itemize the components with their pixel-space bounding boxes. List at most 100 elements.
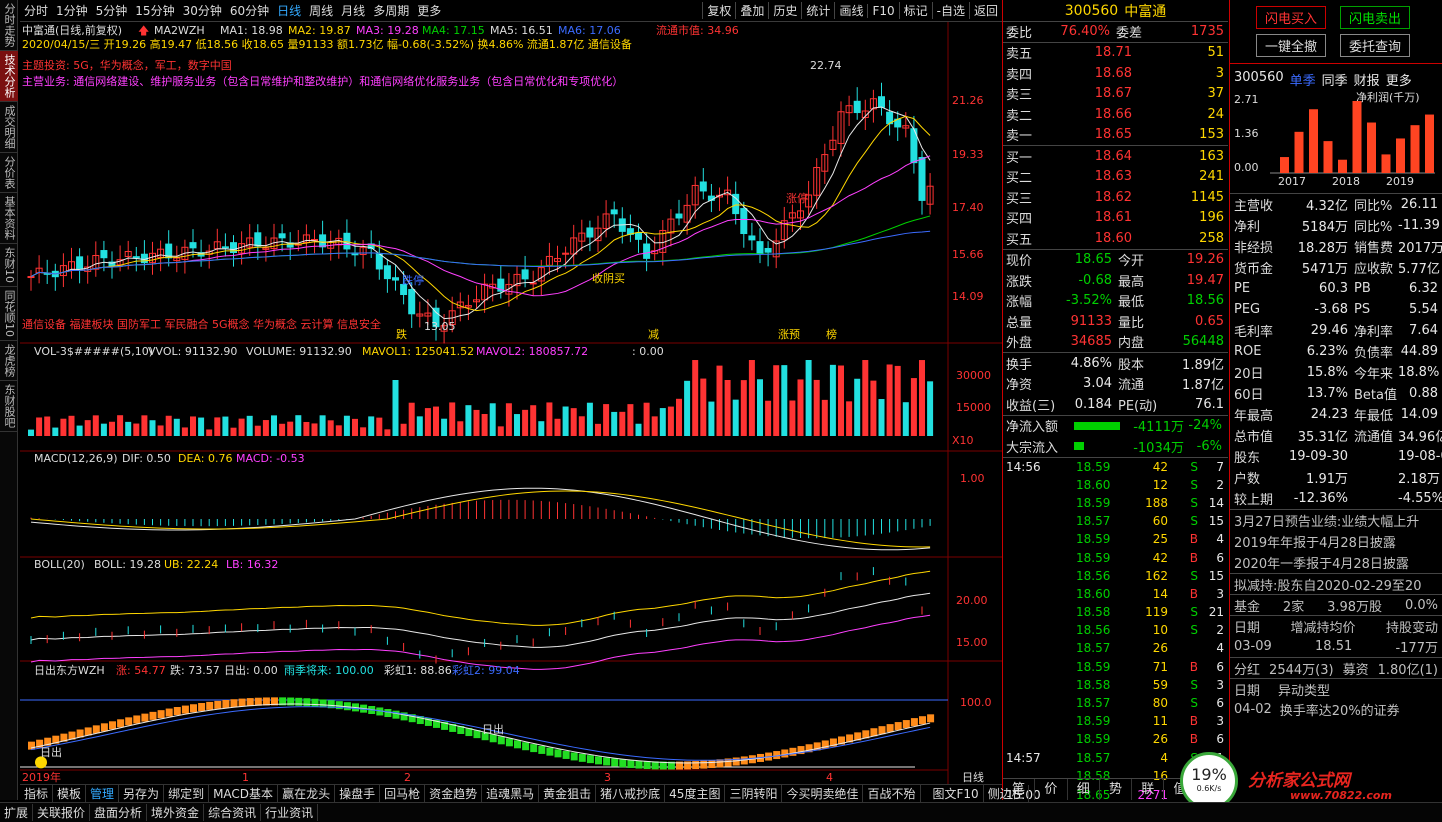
indicator-template[interactable]: 资金趋势 [425,785,483,802]
quote-tab[interactable]: 势 [1100,779,1133,800]
info-tab[interactable]: 扩展 [0,804,34,821]
asks-row[interactable]: 卖五 18.71 51 [1006,43,1225,64]
fin-tab-more[interactable]: 更多 [1386,70,1412,89]
indicator-template[interactable]: 模板 [53,785,87,802]
tool-f10[interactable]: F10 [867,3,898,18]
rise-block [246,698,254,707]
period-15m[interactable]: 15分钟 [131,2,178,19]
quote-tab[interactable]: 联 [1132,779,1165,800]
bids-row[interactable]: 买四 18.61 196 [1006,208,1225,229]
nav-guba[interactable]: 东财股吧 [0,381,18,432]
yaxis-3: 17.40 [952,201,984,214]
stat-label: 涨跌 [1006,274,1033,290]
period-60m[interactable]: 60分钟 [226,2,273,19]
indicator-template[interactable]: MACD基本 [209,785,279,802]
fin-tab-quarter[interactable]: 单季 [1290,70,1316,89]
flash-sell-button[interactable]: 闪电卖出 [1340,6,1411,29]
period-5m[interactable]: 5分钟 [92,2,132,19]
asks-row[interactable]: 卖二 18.66 24 [1006,104,1225,125]
stat-value2: 76.1 [1195,396,1224,412]
info-tab[interactable]: 行业资讯 [261,804,319,821]
indicator-template[interactable]: 回马枪 [380,785,426,802]
quote-tab[interactable]: 细 [1068,779,1100,800]
tool-history[interactable]: 历史 [768,2,801,19]
bids-row[interactable]: 买三 18.62 1145 [1006,187,1225,208]
tool-mark[interactable]: 标记 [898,2,932,19]
tool-overlay[interactable]: 叠加 [735,2,768,19]
tool-draw[interactable]: 画线 [834,2,867,19]
candle-body [132,256,140,259]
flash-buy-button[interactable]: 闪电买入 [1256,6,1327,29]
rise-block [133,715,141,724]
period-1m[interactable]: 1分钟 [52,2,92,19]
info-tab[interactable]: 综合资讯 [204,804,262,821]
candle-body [408,289,416,315]
volume-bar [392,380,399,436]
bids-row[interactable]: 买二 18.63 241 [1006,167,1225,188]
quote-tab[interactable]: 价 [1035,779,1068,800]
finance-panel: 闪电买入 闪电卖出 一键全撤 委托查询 300560 单季 同季 财报 更多 净… [1180,0,1442,810]
indicator-template[interactable]: 追魂黑马 [482,785,540,802]
indicator-template[interactable]: 另存为 [119,785,165,802]
indicator-template[interactable]: 猪八戒抄底 [596,785,666,802]
rise-die: 跌: 73.57 [170,663,220,677]
indicator-template[interactable]: 管理 [86,785,120,802]
rise-block [141,713,149,722]
period-day[interactable]: 日线 [273,2,305,19]
hold-date: 03-09 [1234,639,1272,654]
info-tab[interactable]: 关联报价 [33,804,91,821]
nav-price-table[interactable]: 分价表 [0,153,18,193]
nav-lhb[interactable]: 龙虎榜 [0,341,18,381]
indicator-template[interactable]: 绑定到 [164,785,210,802]
period-30m[interactable]: 30分钟 [179,2,226,19]
fin-tab-report[interactable]: 财报 [1354,70,1380,89]
cancel-all-button[interactable]: 一键全撤 [1256,34,1327,57]
period-more[interactable]: 更多 [413,2,445,19]
order-query-button[interactable]: 委托查询 [1340,34,1411,57]
raise-label: 募资 [1342,662,1369,678]
period-week[interactable]: 周线 [305,2,337,19]
fin-tab-sameq[interactable]: 同季 [1322,70,1348,89]
tool-watchlist[interactable]: -自选 [931,2,969,19]
info-tab[interactable]: 境外资金 [147,804,205,821]
nav-basic[interactable]: 基本资料 [0,193,18,244]
indicator-template[interactable]: 45度主图 [665,785,726,802]
tick-list[interactable]: 14:56 18.59 42 S 7 18.60 12 S 2 18.59 188 S 14 18.57 6… [1003,458,1228,806]
period-multi[interactable]: 多周期 [369,2,413,19]
weicha: 1735 [1190,24,1224,40]
tick-row: 18.58 119 S 21 [1006,603,1225,621]
info-tab[interactable]: 盘面分析 [90,804,148,821]
nav-ths10[interactable]: 同花顺10 [0,287,18,341]
indicator-template[interactable]: 今买明卖绝佳 [782,785,864,802]
period-month[interactable]: 月线 [337,2,369,19]
stat-label2: 流通 [1118,378,1145,394]
nav-tech[interactable]: 技术分析 [0,51,18,102]
candle-body [635,232,642,240]
bids-row[interactable]: 买一 18.64 163 [1006,146,1225,167]
indicator-template[interactable]: 黄金狙击 [539,785,597,802]
tool-back[interactable]: 返回 [968,2,1002,19]
indicator-template[interactable]: 赢在龙头 [278,785,336,802]
tool-stats[interactable]: 统计 [801,2,834,19]
bottom-right-tab[interactable]: 图文F10 [929,785,984,802]
tool-fuquan[interactable]: 复权 [702,2,735,19]
indicator-template[interactable]: 百战不殆 [863,785,921,802]
nav-dc10[interactable]: 东财10 [0,244,18,287]
indicator-template[interactable]: 指标 [20,785,54,802]
indicator-template[interactable]: 操盘手 [335,785,381,802]
chart-area[interactable]: 中富通(日线,前复权) 🡅 MA2WZH MA1: 18.98 MA2: 19.… [20,22,1002,784]
nav-deals[interactable]: 成交明细 [0,102,18,153]
bottom-right-tab[interactable]: 侧边栏 [984,785,1029,802]
asks-row[interactable]: 卖一 18.65 153 [1006,125,1225,146]
volume-bar [465,405,472,436]
stock-code: 300560 [1064,2,1119,19]
asks-row[interactable]: 卖三 18.67 37 [1006,84,1225,105]
abn-h-date: 日期 [1234,683,1261,699]
bids-row[interactable]: 买五 18.60 258 [1006,228,1225,249]
volume-bar [700,378,707,436]
asks-row[interactable]: 卖四 18.68 3 [1006,63,1225,84]
candle-body [764,247,772,253]
period-fenshi[interactable]: 分时 [20,2,52,19]
indicator-template[interactable]: 三阴转阳 [725,785,783,802]
nav-fenshi[interactable]: 分时走势 [0,0,18,51]
